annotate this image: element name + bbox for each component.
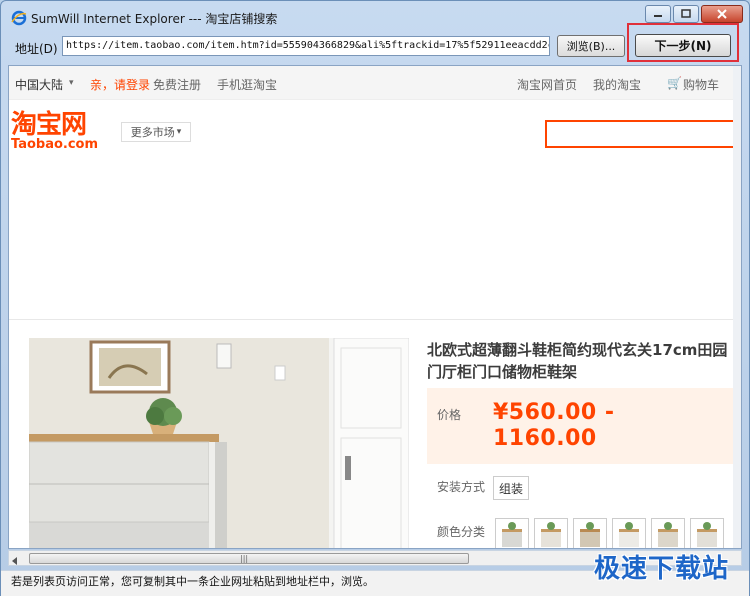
taobao-logo[interactable]: 淘宝网 Taobao.com	[11, 112, 111, 154]
window-controls	[645, 5, 743, 23]
divider	[9, 319, 741, 320]
taobao-top-nav: 中国大陆 ▾ 亲，请登录 免费注册 手机逛淘宝 淘宝网首页 我的淘宝 🛒 购物车	[9, 66, 741, 100]
grip-icon: |||	[240, 554, 249, 563]
close-button[interactable]	[701, 5, 743, 23]
color-label: 颜色分类	[437, 525, 486, 539]
color-swatches	[495, 518, 724, 548]
scroll-left-icon[interactable]	[11, 554, 19, 568]
mobile-taobao-link[interactable]: 手机逛淘宝	[217, 76, 277, 93]
horizontal-scroll-thumb[interactable]: |||	[29, 553, 469, 564]
price-label: 价格	[437, 408, 462, 422]
maximize-icon	[681, 9, 691, 18]
login-link[interactable]: 亲，请登录	[90, 76, 150, 93]
more-market-label: 更多市场	[130, 126, 175, 139]
price-value: ¥560.00 - 1160.00	[493, 400, 615, 451]
address-label: 地址(D)	[15, 42, 58, 56]
browser-window: SumWill Internet Explorer --- 淘宝店铺搜索 地址(…	[0, 0, 750, 596]
minimize-button[interactable]	[645, 5, 671, 23]
browse-button[interactable]: 浏览(B)...	[557, 35, 625, 57]
close-icon	[717, 9, 727, 19]
register-link[interactable]: 免费注册	[153, 76, 201, 93]
vertical-scrollbar[interactable]	[733, 66, 741, 548]
watermark-text: 极速下载站	[593, 554, 729, 584]
logo-text-cn: 淘宝网	[11, 110, 87, 140]
region-selector[interactable]: 中国大陆	[15, 76, 63, 93]
color-swatch[interactable]	[690, 518, 724, 548]
color-swatch[interactable]	[534, 518, 568, 548]
cart-icon: 🛒	[667, 76, 682, 90]
browser-viewport: 中国大陆 ▾ 亲，请登录 免费注册 手机逛淘宝 淘宝网首页 我的淘宝 🛒 购物车…	[8, 65, 742, 549]
product-image[interactable]	[29, 338, 409, 548]
color-swatch[interactable]	[573, 518, 607, 548]
search-input[interactable]	[545, 120, 741, 148]
color-swatch[interactable]	[651, 518, 685, 548]
install-label: 安装方式	[437, 480, 486, 494]
window-title: SumWill Internet Explorer --- 淘宝店铺搜索	[31, 12, 278, 26]
chevron-down-icon: ▾	[176, 127, 182, 137]
maximize-button[interactable]	[673, 5, 699, 23]
my-taobao-link[interactable]: 我的淘宝	[593, 76, 641, 93]
more-market-dropdown[interactable]: 更多市场 ▾	[121, 122, 191, 142]
product-title[interactable]: 北欧式超薄翻斗鞋柜简约现代玄关17cm田园门厅柜门口储物柜鞋架	[427, 339, 737, 383]
ie-icon	[11, 10, 27, 26]
shoe-cabinet-photo	[29, 338, 409, 548]
color-swatch[interactable]	[495, 518, 529, 548]
address-input[interactable]: https://item.taobao.com/item.htm?id=5559…	[62, 36, 550, 56]
chevron-down-icon: ▾	[69, 78, 74, 88]
price-box: 价格 ¥560.00 - 1160.00	[427, 388, 741, 464]
taobao-home-link[interactable]: 淘宝网首页	[517, 76, 577, 93]
install-option-assemble[interactable]: 组装	[493, 476, 529, 500]
color-swatch[interactable]	[612, 518, 646, 548]
status-text: 若是列表页访问正常，您可复制其中一条企业网址粘贴到地址栏中，浏览。	[11, 575, 374, 588]
next-button[interactable]: 下一步(N)	[635, 34, 731, 57]
minimize-icon	[654, 15, 662, 17]
logo-text-en: Taobao.com	[11, 137, 99, 152]
cart-link[interactable]: 购物车	[683, 76, 719, 93]
